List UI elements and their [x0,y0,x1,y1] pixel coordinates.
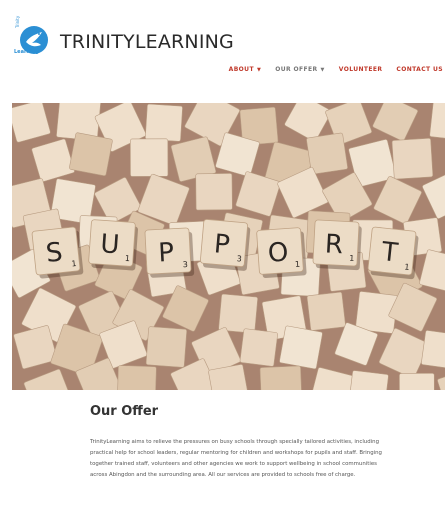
site-title[interactable]: TRINITYLEARNING [60,31,234,53]
logo-small-label: Learning [14,49,39,55]
tile-score: 1 [404,262,410,271]
main-nav: ABOUT ▼ OUR OFFER ▼ VOLUNTEER CONTACT US [215,66,443,73]
site-header: Trinity Learning TRINITYLEARNING ABOUT ▼… [0,0,445,90]
section-body: TrinityLearning aims to relieve the pres… [90,439,382,478]
blank-tile [145,326,187,368]
blank-tile [399,373,435,390]
letter-tile: R1 [312,219,362,271]
nav-item-our-offer[interactable]: OUR OFFER ▼ [275,66,325,73]
tile-letter: U [99,229,120,260]
logo-small-text: Trinity [15,15,20,28]
scrabble-tiles-illustration: S 1U 1 P 3P 3 O 1R 1 T 1 [12,103,445,390]
blank-tile [259,365,303,390]
letter-tile: P3 [144,227,195,278]
nav-item-volunteer[interactable]: VOLUNTEER [339,66,383,73]
blank-tile [279,325,323,370]
letter-tile: T1 [367,226,419,280]
letter-tile: U1 [88,219,138,271]
logo-mark: Trinity Learning [12,16,52,62]
tile-letter: S [44,237,64,269]
letter-tile: S1 [31,226,84,279]
hero-image: S1U1P3P3O1R1T1 [12,103,445,390]
nav-label: CONTACT US [396,66,443,73]
letter-tile: P3 [200,219,251,271]
tile-score: 1 [349,254,355,263]
blank-tile [116,365,157,390]
tile-letter: P [157,238,174,269]
nav-label: OUR OFFER [275,66,318,73]
tile-score: 1 [71,259,77,268]
chevron-down-icon: ▼ [320,66,325,73]
tile-score: 3 [236,254,242,263]
blank-tile [239,328,278,367]
tile-letter: T [379,237,399,269]
tile-score: 1 [125,254,131,263]
blank-tile [306,291,346,331]
tile-letter: O [267,237,290,268]
tile-score: 1 [295,260,301,269]
blank-tile [195,173,233,211]
nav-label: ABOUT [228,66,254,73]
nav-item-contact-us[interactable]: CONTACT US [396,66,443,73]
section-title: Our Offer [90,404,159,419]
dove-icon [20,26,48,54]
blank-tile [145,103,183,142]
blank-tile [129,138,169,177]
tile-letter: R [324,229,344,260]
tile-score: 3 [183,260,189,269]
blank-tile [391,137,434,180]
chevron-down-icon: ▼ [256,66,262,73]
nav-item-about[interactable]: ABOUT ▼ [229,66,262,73]
letter-tile: O1 [256,227,307,279]
blank-tile [69,132,113,177]
tile-letter: P [213,229,231,260]
nav-label: VOLUNTEER [338,66,383,73]
site-logo[interactable]: Trinity Learning TRINITYLEARNING [12,16,234,62]
